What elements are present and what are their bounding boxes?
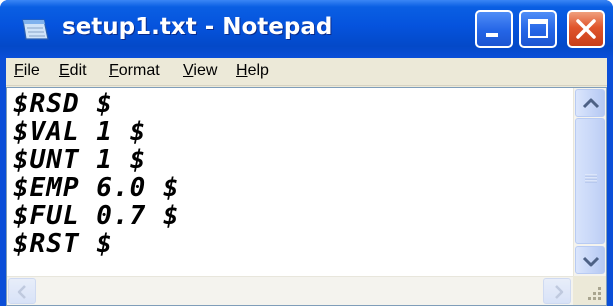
notepad-window: setup1.txt - Notepad File Edit Format Vi… (0, 0, 613, 306)
horizontal-scrollbar[interactable] (7, 276, 573, 305)
notepad-icon[interactable] (20, 17, 50, 42)
close-button[interactable] (567, 10, 605, 48)
text-content[interactable]: $RSD $ $VAL 1 $ $UNT 1 $ $EMP 6.0 $ $FUL… (7, 88, 573, 276)
client-area: File Edit Format View Help $RSD $ $VAL 1… (6, 58, 607, 306)
text-line: $RST $ (13, 229, 113, 259)
menu-file[interactable]: File (14, 62, 40, 80)
scroll-down-button[interactable] (575, 246, 605, 274)
text-line: $UNT 1 $ (13, 145, 147, 175)
menu-help[interactable]: Help (236, 62, 269, 80)
scroll-thumb[interactable] (575, 118, 605, 244)
close-icon (576, 19, 596, 39)
maximize-button[interactable] (519, 10, 557, 48)
vertical-scrollbar[interactable] (573, 88, 606, 276)
arrow-right-icon (555, 285, 564, 299)
menu-edit[interactable]: Edit (59, 62, 87, 80)
resize-grip-icon (588, 287, 601, 300)
text-line: $EMP 6.0 $ (13, 173, 180, 203)
scroll-right-button[interactable] (543, 278, 571, 304)
scroll-left-button[interactable] (8, 278, 36, 304)
arrow-down-icon (582, 256, 600, 267)
menu-format[interactable]: Format (109, 62, 160, 80)
text-line: $RSD $ (13, 89, 113, 119)
text-editor[interactable]: $RSD $ $VAL 1 $ $UNT 1 $ $EMP 6.0 $ $FUL… (6, 87, 607, 306)
resize-grip[interactable] (573, 276, 606, 305)
grip-icon (585, 174, 597, 183)
arrow-up-icon (582, 98, 600, 109)
arrow-left-icon (17, 285, 26, 299)
maximize-icon (528, 19, 548, 38)
text-line: $FUL 0.7 $ (13, 201, 180, 231)
menu-view[interactable]: View (183, 62, 217, 80)
minimize-icon (486, 33, 498, 37)
menu-bar: File Edit Format View Help (6, 58, 607, 86)
scroll-up-button[interactable] (575, 89, 605, 117)
minimize-button[interactable] (475, 10, 513, 48)
window-title: setup1.txt - Notepad (62, 14, 333, 40)
text-line: $VAL 1 $ (13, 117, 147, 147)
title-bar[interactable]: setup1.txt - Notepad (0, 0, 613, 58)
